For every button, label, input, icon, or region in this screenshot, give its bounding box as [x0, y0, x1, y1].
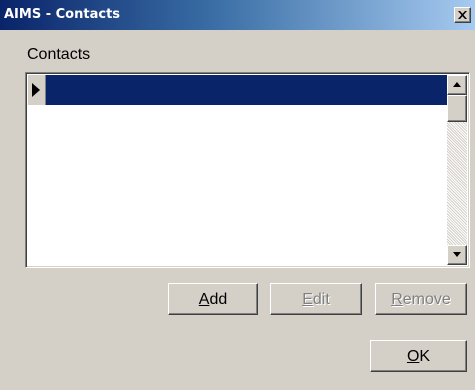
add-label-rest: dd — [209, 290, 228, 308]
scroll-thumb[interactable] — [447, 95, 467, 122]
close-button[interactable] — [454, 7, 471, 23]
row-selector[interactable] — [28, 75, 46, 105]
scroll-up-arrow-icon — [453, 82, 461, 87]
title-bar[interactable]: AIMS - Contacts — [0, 0, 475, 30]
scroll-up-button[interactable] — [447, 75, 467, 95]
edit-label-rest: dit — [312, 290, 330, 308]
contacts-label: Contacts — [27, 46, 91, 63]
scroll-down-button[interactable] — [447, 245, 467, 265]
contact-row-selected[interactable] — [28, 75, 447, 105]
edit-button[interactable]: Edit — [270, 283, 362, 315]
ok-mnemonic: O — [406, 347, 420, 365]
add-mnemonic: A — [198, 290, 210, 308]
ok-label-rest: K — [419, 347, 431, 365]
add-button[interactable]: Add — [168, 283, 258, 315]
window-title: AIMS - Contacts — [4, 7, 121, 22]
remove-mnemonic: R — [391, 290, 403, 308]
remove-label-rest: emove — [402, 290, 451, 308]
ok-button[interactable]: OK — [370, 340, 467, 372]
close-icon — [458, 11, 467, 19]
row-pointer-icon — [32, 83, 40, 97]
remove-button[interactable]: Remove — [375, 283, 467, 315]
scroll-down-arrow-icon — [453, 252, 461, 257]
contacts-dialog: AIMS - Contacts Contacts Add Edit Remove… — [0, 0, 475, 390]
edit-mnemonic: E — [302, 290, 313, 308]
vertical-scrollbar[interactable] — [447, 75, 467, 265]
contacts-grid[interactable] — [25, 72, 470, 268]
